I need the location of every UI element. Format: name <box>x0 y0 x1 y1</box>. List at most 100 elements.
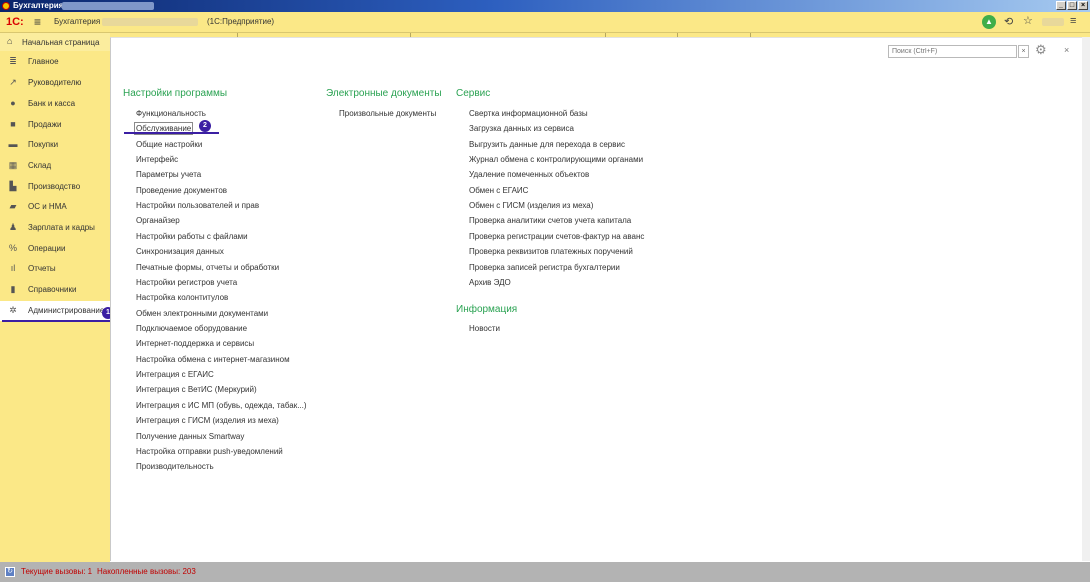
link-interface[interactable]: Интерфейс <box>136 154 178 165</box>
link-internet-support[interactable]: Интернет-поддержка и сервисы <box>136 338 254 349</box>
sidebar-item-salary[interactable]: ♟ Зарплата и кадры <box>0 218 110 238</box>
person-icon: ♟ <box>8 222 18 232</box>
sections-sidebar: ⌂ Начальная страница ≣ Главное ↗ Руковод… <box>0 33 112 562</box>
trend-icon: ↗ <box>9 77 17 87</box>
platform-label: (1С:Предприятие) <box>207 17 275 26</box>
link-users-and-rights[interactable]: Настройки пользователей и прав <box>136 200 259 211</box>
bank-icon: ● <box>10 98 16 108</box>
factory-icon: ▙ <box>9 181 17 191</box>
sidebar-item-label: ОС и НМА <box>28 202 67 211</box>
link-edo-archive[interactable]: Архив ЭДО <box>469 277 511 288</box>
home-page-link[interactable]: ⌂ Начальная страница <box>0 33 110 51</box>
warehouse-icon: ▦ <box>8 160 18 170</box>
close-panel-button[interactable]: × <box>1064 45 1069 55</box>
link-functionality[interactable]: Функциональность <box>136 108 206 119</box>
1c-logo: 1С: <box>6 16 24 28</box>
section-title-service: Сервис <box>456 88 491 99</box>
notifications-icon[interactable]: ▲ <box>982 15 996 29</box>
link-general-settings[interactable]: Общие настройки <box>136 139 202 150</box>
app-logo-icon <box>2 2 10 10</box>
accumulated-calls-text: Накопленные вызовы: 203 <box>97 567 196 576</box>
close-window-button[interactable]: × <box>1078 1 1088 10</box>
link-print-forms[interactable]: Печатные формы, отчеты и обработки <box>136 262 279 273</box>
app-name: Бухгалтерия <box>54 17 101 26</box>
link-infobase-rollup[interactable]: Свертка информационной базы <box>469 108 588 119</box>
sidebar-item-label: Банк и касса <box>28 99 76 108</box>
link-connected-equipment[interactable]: Подключаемое оборудование <box>136 323 247 334</box>
home-page-label: Начальная страница <box>22 38 100 47</box>
report-icon: ıl <box>10 263 16 273</box>
link-ismp-integration[interactable]: Интеграция с ИС МП (обувь, одежда, табак… <box>136 400 307 411</box>
search-clear-button[interactable]: × <box>1018 45 1029 58</box>
search-input[interactable] <box>888 45 1017 58</box>
link-egais-exchange[interactable]: Обмен с ЕГАИС <box>469 185 528 196</box>
home-icon: ⌂ <box>7 36 13 46</box>
link-smartway-data[interactable]: Получение данных Smartway <box>136 431 244 442</box>
link-export-for-service[interactable]: Выгрузить данные для перехода в сервис <box>469 139 625 150</box>
settings-gear-icon[interactable]: ⚙ <box>1035 43 1047 57</box>
sidebar-item-administration[interactable]: ✲ Администрирование <box>0 301 112 321</box>
link-file-settings[interactable]: Настройки работы с файлами <box>136 231 248 242</box>
history-icon[interactable]: ⟲ <box>1004 15 1013 28</box>
calls-icon[interactable]: ↻ <box>5 567 15 577</box>
gear-icon: ✲ <box>9 305 17 315</box>
link-ledger-records-check[interactable]: Проверка записей регистра бухгалтерии <box>469 262 620 273</box>
annotation-underline-2 <box>124 132 219 134</box>
sidebar-item-warehouse[interactable]: ▦ Склад <box>0 156 110 176</box>
sidebar-item-label: Продажи <box>28 120 62 129</box>
link-document-posting[interactable]: Проведение документов <box>136 185 227 196</box>
link-regulatory-exchange-log[interactable]: Журнал обмена с контролирующими органами <box>469 154 643 165</box>
sidebar-item-reports[interactable]: ıl Отчеты <box>0 259 110 279</box>
link-load-from-service[interactable]: Загрузка данных из сервиса <box>469 123 574 134</box>
sidebar-item-manager[interactable]: ↗ Руководителю <box>0 73 110 93</box>
link-performance[interactable]: Производительность <box>136 461 214 472</box>
sidebar-item-assets[interactable]: ▰ ОС и НМА <box>0 197 110 217</box>
sidebar-item-operations[interactable]: % Операции <box>0 239 110 259</box>
annotation-badge-2: 2 <box>199 120 211 132</box>
operations-icon: % <box>8 243 17 253</box>
link-organizer[interactable]: Органайзер <box>136 215 180 226</box>
book-icon: ▮ <box>10 284 16 294</box>
truck-icon: ▰ <box>9 201 17 211</box>
administration-panel: × ⚙ × Настройки программы Функциональнос… <box>110 37 1082 561</box>
status-bar: ↻ Текущие вызовы: 1 Накопленные вызовы: … <box>0 562 1090 582</box>
restore-button[interactable]: □ <box>1067 1 1077 10</box>
link-arbitrary-documents[interactable]: Произвольные документы <box>339 108 436 119</box>
sidebar-item-label: Справочники <box>28 285 77 294</box>
app-header: 1С: ≡ Бухгалтерия (1С:Предприятие) ▲ ⟲ ☆… <box>0 12 1090 33</box>
link-edi-exchange[interactable]: Обмен электронными документами <box>136 308 268 319</box>
link-accounting-registers[interactable]: Настройки регистров учета <box>136 277 237 288</box>
link-payment-order-check[interactable]: Проверка реквизитов платежных поручений <box>469 246 633 257</box>
sidebar-item-purchases[interactable]: ▬ Покупки <box>0 135 110 155</box>
right-scroll-area <box>1082 37 1090 561</box>
sidebar-item-catalogs[interactable]: ▮ Справочники <box>0 280 110 300</box>
link-gism-integration[interactable]: Интеграция с ГИСМ (изделия из меха) <box>136 415 279 426</box>
link-capital-analytics-check[interactable]: Проверка аналитики счетов учета капитала <box>469 215 631 226</box>
link-vetis-integration[interactable]: Интеграция с ВетИС (Меркурий) <box>136 384 257 395</box>
sidebar-item-bank[interactable]: ● Банк и касса <box>0 94 110 114</box>
user-name-blurred[interactable] <box>1042 18 1064 26</box>
link-delete-marked-objects[interactable]: Удаление помеченных объектов <box>469 169 589 180</box>
link-online-store-exchange[interactable]: Настройка обмена с интернет-магазином <box>136 354 290 365</box>
link-headers-footers[interactable]: Настройка колонтитулов <box>136 292 228 303</box>
link-data-sync[interactable]: Синхронизация данных <box>136 246 224 257</box>
sidebar-item-label: Операции <box>28 244 66 253</box>
link-accounting-parameters[interactable]: Параметры учета <box>136 169 201 180</box>
menu-icon[interactable]: ≡ <box>34 15 41 29</box>
minimize-button[interactable]: _ <box>1056 1 1066 10</box>
current-calls-text: Текущие вызовы: 1 <box>21 567 93 576</box>
sidebar-item-label: Администрирование <box>28 306 105 315</box>
sidebar-item-sales[interactable]: ■ Продажи <box>0 115 110 135</box>
link-egais-integration[interactable]: Интеграция с ЕГАИС <box>136 369 214 380</box>
favorites-icon[interactable]: ☆ <box>1023 14 1033 27</box>
link-push-notifications[interactable]: Настройка отправки push-уведомлений <box>136 446 283 457</box>
link-advance-invoice-check[interactable]: Проверка регистрации счетов-фактур на ав… <box>469 231 644 242</box>
sidebar-item-production[interactable]: ▙ Производство <box>0 177 110 197</box>
link-gism-exchange[interactable]: Обмен с ГИСМ (изделия из меха) <box>469 200 593 211</box>
main-menu-icon[interactable]: ≡ <box>1070 15 1076 27</box>
sidebar-item-label: Главное <box>28 57 59 66</box>
section-title-program-settings: Настройки программы <box>123 88 228 99</box>
link-news[interactable]: Новости <box>469 323 500 334</box>
sidebar-item-main[interactable]: ≣ Главное <box>0 52 110 72</box>
database-name-blurred <box>102 18 198 26</box>
